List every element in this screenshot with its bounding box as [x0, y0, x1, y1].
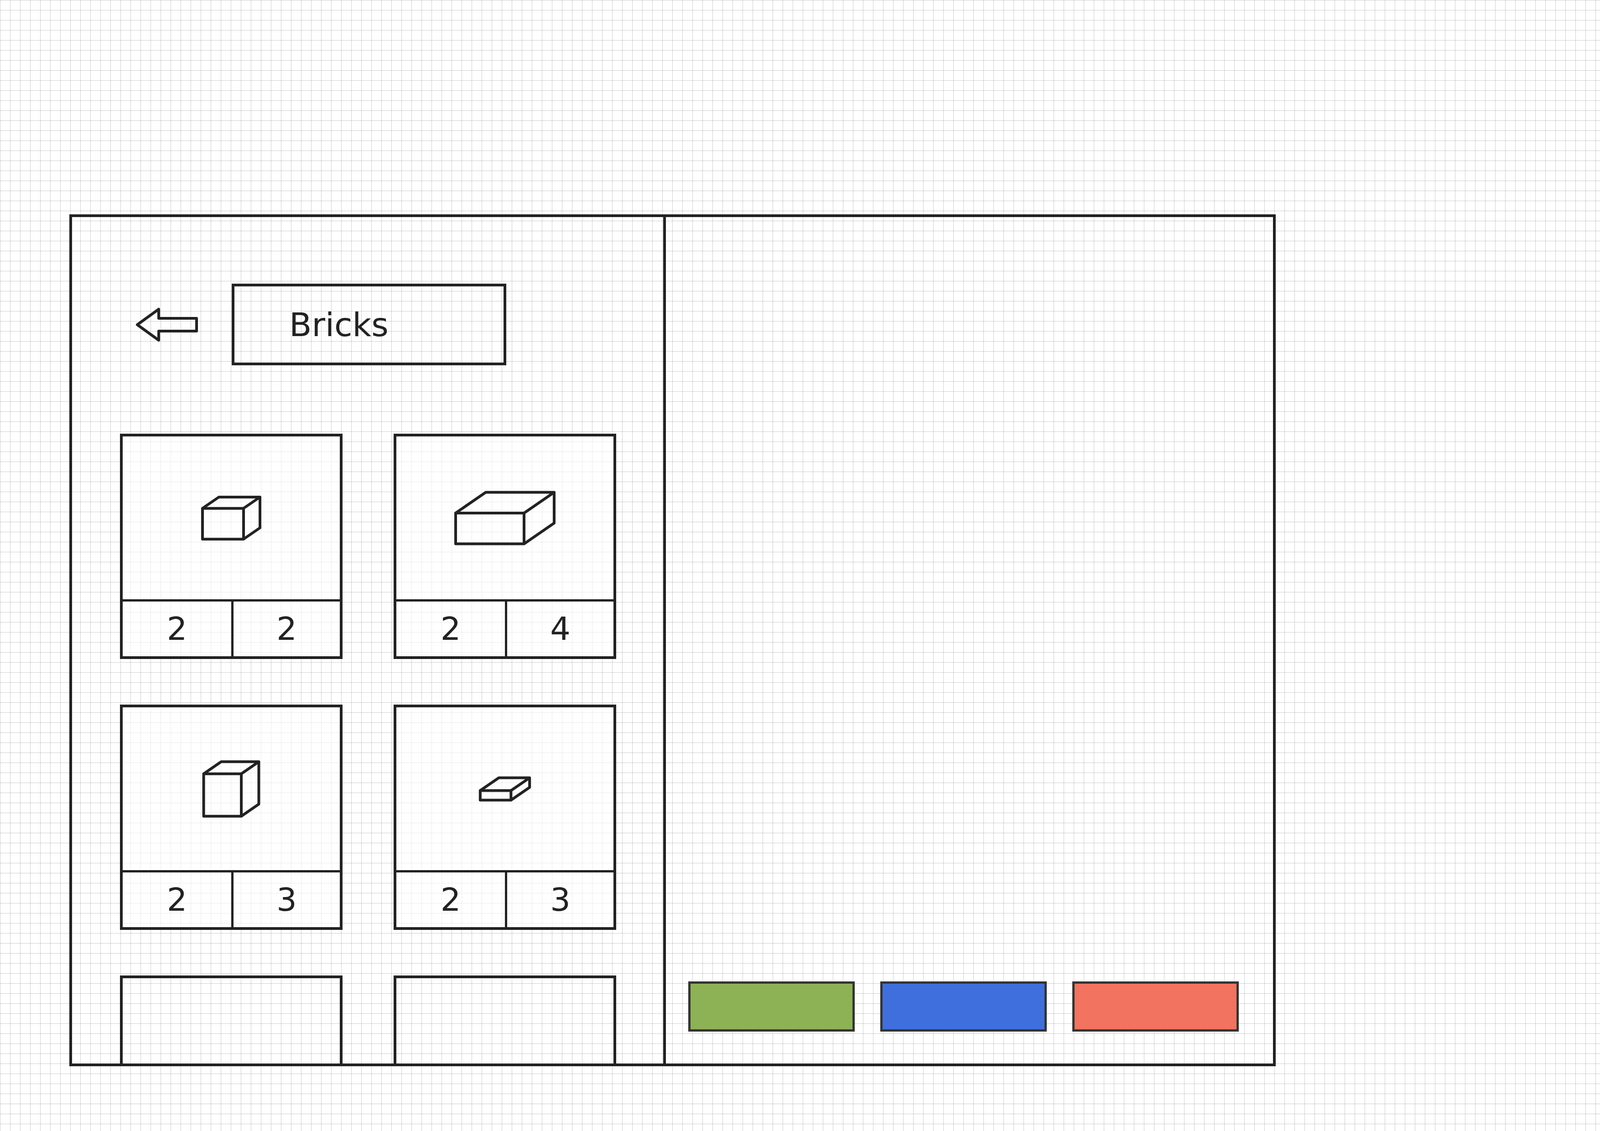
brick-icon: [436, 463, 574, 573]
partial-card: [393, 975, 617, 1064]
brick-preview: [122, 436, 340, 600]
brick-preview: [396, 707, 614, 871]
color-button[interactable]: [880, 981, 1047, 1032]
brick-icon: [162, 463, 300, 573]
app-frame: Bricks22242323: [69, 214, 1276, 1067]
brick-card[interactable]: 22: [119, 433, 343, 660]
color-button[interactable]: [688, 981, 855, 1032]
brick-preview: [396, 436, 614, 600]
brick-card[interactable]: 23: [119, 704, 343, 930]
brick-dimensions: 23: [396, 870, 614, 928]
brick-icon: [162, 734, 300, 844]
dimension-value: 3: [504, 872, 614, 928]
paper-page: Bricks22242323: [0, 0, 1600, 1131]
brick-icon: [436, 734, 574, 844]
dimension-value: 2: [396, 601, 505, 657]
build-canvas[interactable]: [665, 217, 1273, 1064]
dimension-value: 2: [122, 601, 232, 657]
brick-grid: 22242323: [119, 433, 664, 1064]
partial-card: [119, 975, 343, 1064]
brick-dimensions: 24: [396, 599, 614, 657]
dimension-value: 3: [231, 872, 340, 928]
dimension-value: 2: [122, 872, 232, 928]
brick-dimensions: 22: [122, 599, 340, 657]
panel-title: Bricks: [289, 305, 389, 344]
brick-preview: [122, 707, 340, 871]
dimension-value: 4: [504, 601, 614, 657]
panel-header: Bricks: [133, 283, 664, 366]
brick-card[interactable]: 24: [393, 433, 617, 660]
dimension-value: 2: [231, 601, 340, 657]
dimension-value: 2: [396, 872, 505, 928]
color-buttons: [688, 981, 1246, 1032]
brick-card[interactable]: 23: [393, 704, 617, 930]
brick-panel: Bricks22242323: [72, 217, 666, 1064]
title-box: Bricks: [231, 283, 507, 366]
back-arrow-icon[interactable]: [133, 306, 200, 343]
color-button[interactable]: [1072, 981, 1239, 1032]
brick-dimensions: 23: [122, 870, 340, 928]
